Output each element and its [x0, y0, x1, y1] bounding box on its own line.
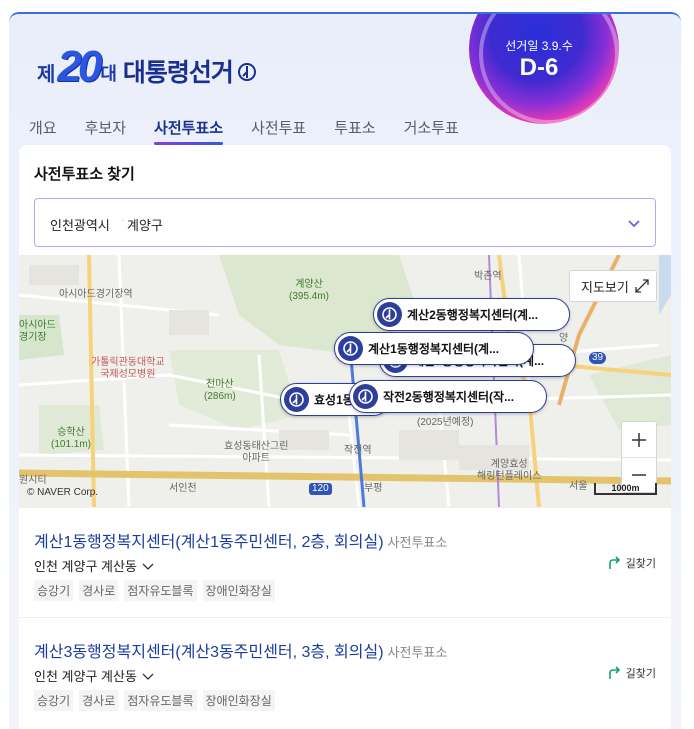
expand-icon	[635, 279, 649, 293]
station-name[interactable]: 계산1동행정복지센터(계산1동주민센터, 2층, 회의실) 사전투표소	[34, 528, 447, 552]
map-label-2025: (2025년예정)	[417, 417, 474, 428]
directions-button[interactable]: 길찾기	[608, 665, 656, 681]
tab-bar: 개요 후보자 사전투표소 사전투표 투표소 거소투표	[29, 118, 487, 148]
map-label-seunghaksan: 승학산 (101.1m)	[51, 427, 92, 450]
region-select[interactable]: 인천광역시 · 계양구	[34, 198, 656, 247]
map-view[interactable]: 박촌역 계양산 (395.4m) 아시아드경기장역 아시아드 경기장 가톨릭관동…	[19, 255, 671, 507]
map-label-jakjeon-station: 작전역	[344, 445, 372, 456]
ballot-stamp-icon	[353, 384, 378, 409]
directions-label: 길찾기	[625, 668, 656, 680]
facility-tag: 경사로	[79, 580, 119, 601]
region-separator: ·	[121, 215, 125, 226]
directions-label: 길찾기	[625, 558, 656, 570]
tab-early-voting-stations[interactable]: 사전투표소	[154, 118, 224, 148]
chevron-down-icon	[627, 216, 641, 230]
map-view-label: 지도보기	[581, 279, 629, 295]
facility-tag: 승강기	[34, 580, 74, 601]
station-name[interactable]: 계산3동행정복지센터(계산3동주민센터, 3층, 회의실) 사전투표소	[34, 638, 447, 662]
map-label-hyoseong-green: 효성동태산그린 아파트	[224, 441, 289, 464]
pin-label: 계산1동행정복지센터(계...	[368, 342, 500, 356]
list-item[interactable]: 계산3동행정복지센터(계산3동주민센터, 3층, 회의실) 사전투표소 인천 계양…	[19, 617, 671, 727]
panel-header: 선거일 3.9.수 D-6 제 20 대 대통령선거 개요 후보자 사전투표소 …	[9, 14, 681, 164]
map-view-button[interactable]: 지도보기	[569, 270, 657, 302]
station-address[interactable]: 인천 계양구 계산동	[34, 556, 154, 575]
station-name-text: 계산1동행정복지센터(계산1동주민센터, 2층, 회의실)	[34, 534, 384, 551]
chevron-down-icon	[142, 673, 154, 680]
pin-gyesan2[interactable]: 계산2동행정복지센터(계...	[373, 298, 570, 331]
facility-tag: 승강기	[34, 690, 74, 711]
chevron-down-icon	[142, 563, 154, 570]
facility-tag: 점자유도블록	[124, 580, 197, 601]
route-arrow-icon	[608, 666, 620, 679]
list-item[interactable]: 계산1동행정복지센터(계산1동주민센터, 2층, 회의실) 사전투표소 인천 계양…	[19, 507, 671, 617]
map-label-cheonmasan: 천마산 (286m)	[204, 379, 236, 402]
station-address-text: 인천 계양구 계산동	[34, 669, 137, 684]
tab-absentee-voting[interactable]: 거소투표	[404, 118, 459, 148]
region-gu: 계양구	[127, 218, 163, 233]
facility-tag: 장애인화장실	[202, 580, 275, 601]
route-120-shield: 120	[309, 483, 332, 495]
facility-tag: 점자유도블록	[124, 690, 197, 711]
ballot-stamp-icon	[338, 336, 363, 361]
tab-candidates[interactable]: 후보자	[85, 118, 126, 148]
tab-early-voting[interactable]: 사전투표	[251, 118, 306, 148]
ballot-stamp-icon	[284, 387, 309, 412]
ballot-stamp-icon	[237, 62, 257, 82]
pin-label: 효성1동	[314, 393, 354, 407]
dday-count: D-6	[519, 54, 559, 81]
map-label-seo-incheon: 서인천	[169, 483, 197, 494]
election-date: 선거일 3.9.수	[505, 39, 573, 53]
route-arrow-icon	[608, 556, 620, 569]
map-label-asiad-station: 아시아드경기장역	[59, 289, 133, 300]
tab-polling-stations[interactable]: 투표소	[334, 118, 375, 148]
logo-suffix: 대	[100, 64, 117, 84]
election-panel: 선거일 3.9.수 D-6 제 20 대 대통령선거 개요 후보자 사전투표소 …	[9, 12, 681, 729]
map-scale: 1000m	[594, 483, 657, 495]
facility-tags: 승강기 경사로 점자유도블록 장애인화장실	[34, 580, 281, 601]
pin-label: 작전2동행정복지센터(작...	[383, 390, 515, 404]
map-label-harrington: 계양효성 해링턴플레이스	[477, 459, 542, 482]
pin-gyesan1[interactable]: 계산1동행정복지센터(계...	[334, 332, 534, 365]
plus-icon	[632, 432, 646, 447]
map-label-city: 원시티	[19, 475, 47, 486]
station-type: 사전투표소	[387, 645, 448, 660]
minus-icon	[632, 474, 646, 476]
map-label-asiad-stadium: 아시아드 경기장	[19, 320, 56, 343]
logo-title: 대통령선거	[122, 59, 234, 87]
map-label-hospital: 가톨릭관동대학교 국제성모병원	[91, 357, 165, 380]
zoom-in-button[interactable]	[622, 422, 656, 457]
station-name-text: 계산3동행정복지센터(계산3동주민센터, 3층, 회의실)	[34, 644, 384, 661]
map-copyright: © NAVER Corp.	[27, 487, 99, 498]
facility-tag: 장애인화장실	[202, 690, 275, 711]
region-sido: 인천광역시	[50, 218, 110, 233]
map-label-bakchon: 박촌역	[474, 271, 502, 282]
directions-button[interactable]: 길찾기	[608, 555, 656, 571]
map-label-gyeyangsan: 계양산 (395.4m)	[289, 279, 330, 302]
finder-title: 사전투표소 찾기	[34, 166, 135, 183]
station-finder-card: 사전투표소 찾기 인천광역시 · 계양구 박촌역 계양산 (395.4m) 아시…	[19, 145, 671, 729]
election-logo: 제 20 대 대통령선거	[37, 42, 257, 92]
map-label-bupyeong: 부평	[364, 483, 383, 494]
facility-tag: 경사로	[79, 690, 119, 711]
station-address-text: 인천 계양구 계산동	[34, 559, 137, 574]
tab-overview[interactable]: 개요	[29, 118, 57, 148]
ballot-stamp-icon	[377, 302, 402, 327]
route-39-shield: 39	[589, 352, 607, 364]
pin-label: 계산2동행정복지센터(계...	[407, 308, 539, 322]
logo-prefix: 제	[37, 63, 56, 86]
facility-tags: 승강기 경사로 점자유도블록 장애인화장실	[34, 690, 281, 711]
pin-jakjeon2[interactable]: 작전2동행정복지센터(작...	[349, 380, 547, 413]
station-address[interactable]: 인천 계양구 계산동	[34, 666, 154, 685]
logo-number: 20	[57, 42, 102, 91]
station-type: 사전투표소	[387, 535, 448, 550]
map-label-seoul: 서울	[569, 481, 588, 492]
